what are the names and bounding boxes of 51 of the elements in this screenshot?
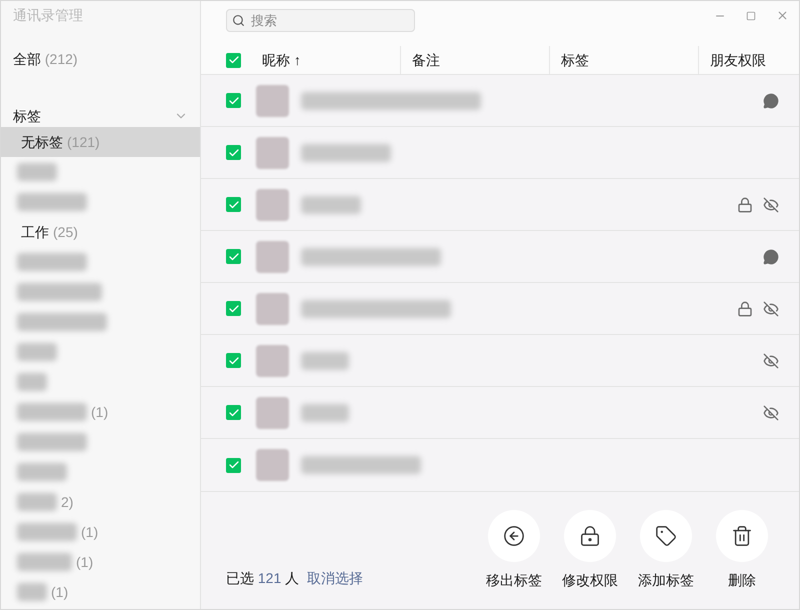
checkbox[interactable] (226, 197, 241, 212)
sidebar-item[interactable]: 无标签 (121) (1, 127, 200, 157)
blurred-text (301, 404, 349, 422)
blurred-text (17, 523, 77, 541)
column-header[interactable]: 备注 (412, 50, 440, 70)
selected-count-label: 已选 121 人 (226, 569, 300, 588)
clear-selection-link[interactable]: 取消选择 (307, 568, 364, 589)
search-field[interactable]: 搜索 (226, 9, 415, 32)
avatar-placeholder (256, 396, 289, 428)
search-icon (232, 14, 245, 27)
sidebar-item[interactable]: 全部 (212) (1, 49, 200, 70)
checkbox[interactable] (226, 52, 241, 68)
tag-section-header[interactable]: 标签 (1, 105, 200, 127)
blurred-text (17, 193, 87, 211)
checkbox[interactable] (226, 405, 241, 420)
checkbox[interactable] (226, 93, 241, 108)
blurred-text (17, 493, 57, 511)
avatar-placeholder (256, 344, 289, 376)
blurred-text (301, 196, 361, 214)
blurred-text (17, 403, 87, 421)
sidebar-item[interactable]: 工作 (25) (1, 217, 200, 247)
blurred-text (17, 553, 72, 571)
column-header[interactable]: 标签 (561, 50, 589, 70)
maximize-icon[interactable] (746, 10, 756, 20)
avatar-placeholder (256, 136, 289, 168)
blurred-text (17, 163, 57, 181)
arrow-left-circle-icon (503, 525, 525, 547)
blurred-text (17, 343, 57, 361)
blurred-text (17, 253, 87, 271)
avatar-placeholder (256, 240, 289, 272)
blurred-text (17, 433, 87, 451)
blurred-text (17, 583, 47, 601)
tag-icon (655, 525, 677, 547)
avatar-placeholder (256, 292, 289, 324)
column-header[interactable]: 朋友权限 (710, 50, 766, 70)
trash-icon (731, 525, 753, 547)
lock-icon (579, 525, 601, 547)
checkbox[interactable] (226, 458, 241, 472)
checkbox[interactable] (226, 249, 241, 264)
avatar-placeholder (256, 449, 289, 481)
checkbox[interactable] (226, 145, 241, 160)
blurred-text (17, 463, 67, 481)
blurred-text (17, 373, 47, 391)
avatar-placeholder (256, 188, 289, 220)
app-title: 通讯录管理 (12, 6, 84, 25)
blurred-text (301, 352, 349, 370)
column-header[interactable]: 昵称 ↑ (262, 50, 301, 70)
avatar-placeholder (256, 84, 289, 116)
close-icon[interactable] (776, 9, 789, 22)
checkbox[interactable] (226, 353, 241, 368)
checkbox[interactable] (226, 301, 241, 316)
